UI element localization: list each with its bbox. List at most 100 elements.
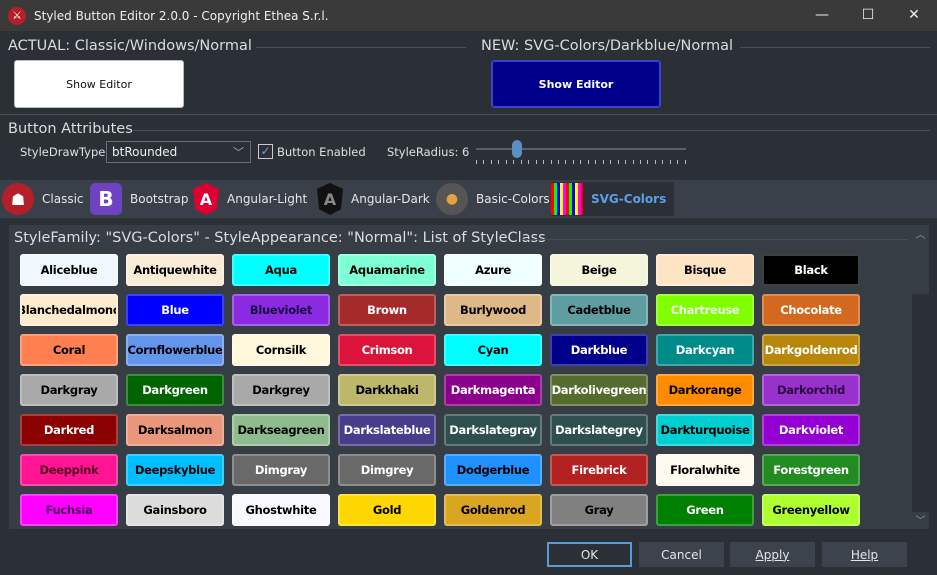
style-class-button-aqua[interactable]: Aqua <box>232 254 330 286</box>
style-class-button-burlywood[interactable]: Burlywood <box>444 294 542 326</box>
slider-tick <box>535 160 537 164</box>
close-button[interactable]: ✕ <box>891 0 937 31</box>
help-button[interactable]: Help <box>822 542 907 567</box>
style-class-button-bisque[interactable]: Bisque <box>656 254 754 286</box>
style-class-button-darkmagenta[interactable]: Darkmagenta <box>444 374 542 406</box>
style-class-button-darkviolet[interactable]: Darkviolet <box>762 414 860 446</box>
style-class-button-darkgray[interactable]: Darkgray <box>20 374 118 406</box>
ok-button[interactable]: OK <box>547 542 632 567</box>
slider-tick <box>595 160 597 164</box>
tab-angular-dark[interactable]: A Angular-Dark <box>317 182 430 216</box>
style-class-button-ghostwhite[interactable]: Ghostwhite <box>232 494 330 526</box>
slider-tick <box>498 160 500 164</box>
minimize-button[interactable]: — <box>799 0 845 31</box>
slider-ticks <box>476 160 686 164</box>
style-class-button-greenyellow[interactable]: Greenyellow <box>762 494 860 526</box>
slider-thumb[interactable] <box>512 140 523 158</box>
tab-svg-colors[interactable]: SVG-Colors <box>551 182 675 216</box>
style-class-button-darkorchid[interactable]: Darkorchid <box>762 374 860 406</box>
style-class-button-fuchsia[interactable]: Fuchsia <box>20 494 118 526</box>
spartan-helmet-icon: ☗ <box>2 183 34 215</box>
tab-basic-colors[interactable]: ● Basic-Colors <box>436 182 550 216</box>
divider <box>256 47 466 48</box>
apply-button[interactable]: Apply <box>730 542 815 567</box>
slider-tick <box>602 160 604 164</box>
style-class-button-deeppink[interactable]: Deeppink <box>20 454 118 486</box>
style-class-button-firebrick[interactable]: Firebrick <box>550 454 648 486</box>
style-class-button-darkgreen[interactable]: Darkgreen <box>126 374 224 406</box>
scrollbar-thumb[interactable] <box>912 294 929 512</box>
slider-tick <box>543 160 545 164</box>
style-radius-slider[interactable] <box>476 138 686 166</box>
style-class-button-dodgerblue[interactable]: Dodgerblue <box>444 454 542 486</box>
style-class-button-forestgreen[interactable]: Forestgreen <box>762 454 860 486</box>
chevron-down-icon: ﹀ <box>233 146 244 159</box>
style-class-button-aliceblue[interactable]: Aliceblue <box>20 254 118 286</box>
style-class-button-dimgrey[interactable]: Dimgrey <box>338 454 436 486</box>
style-class-button-darkred[interactable]: Darkred <box>20 414 118 446</box>
cancel-button[interactable]: Cancel <box>639 542 724 567</box>
style-class-button-cornflowerblue[interactable]: Cornflowerblue <box>126 334 224 366</box>
style-class-button-crimson[interactable]: Crimson <box>338 334 436 366</box>
style-class-button-darkseagreen[interactable]: Darkseagreen <box>232 414 330 446</box>
style-class-button-gray[interactable]: Gray <box>550 494 648 526</box>
new-show-editor-button[interactable]: Show Editor <box>491 60 661 108</box>
style-class-button-beige[interactable]: Beige <box>550 254 648 286</box>
style-class-button-gold[interactable]: Gold <box>338 494 436 526</box>
draw-type-select[interactable]: btRounded ﹀ <box>106 141 251 163</box>
attributes-title: Button Attributes <box>8 121 133 137</box>
style-class-button-cyan[interactable]: Cyan <box>444 334 542 366</box>
style-class-button-antiquewhite[interactable]: Antiquewhite <box>126 254 224 286</box>
vertical-scrollbar[interactable]: ︿ ﹀ <box>912 226 929 528</box>
scroll-down-icon[interactable]: ﹀ <box>912 512 929 528</box>
divider <box>740 47 930 48</box>
style-class-button-darkslategrey[interactable]: Darkslategrey <box>550 414 648 446</box>
slider-tick <box>505 160 507 164</box>
tab-classic[interactable]: ☗ Classic <box>2 182 84 216</box>
style-class-button-darkolivegreen[interactable]: Darkolivegreen <box>550 374 648 406</box>
style-class-button-darkorange[interactable]: Darkorange <box>656 374 754 406</box>
style-class-button-azure[interactable]: Azure <box>444 254 542 286</box>
style-class-button-deepskyblue[interactable]: Deepskyblue <box>126 454 224 486</box>
scroll-up-icon[interactable]: ︿ <box>912 226 929 242</box>
style-class-button-darkgrey[interactable]: Darkgrey <box>232 374 330 406</box>
style-class-button-cadetblue[interactable]: Cadetblue <box>550 294 648 326</box>
style-class-button-darkkhaki[interactable]: Darkkhaki <box>338 374 436 406</box>
style-class-button-gainsboro[interactable]: Gainsboro <box>126 494 224 526</box>
style-class-button-blue[interactable]: Blue <box>126 294 224 326</box>
palette-icon: ● <box>436 183 468 215</box>
style-class-button-floralwhite[interactable]: Floralwhite <box>656 454 754 486</box>
slider-tick <box>557 160 559 164</box>
style-class-button-brown[interactable]: Brown <box>338 294 436 326</box>
style-class-button-blueviolet[interactable]: Blueviolet <box>232 294 330 326</box>
slider-tick <box>513 160 515 164</box>
style-class-button-cornsilk[interactable]: Cornsilk <box>232 334 330 366</box>
tab-bootstrap[interactable]: B Bootstrap <box>90 182 188 216</box>
style-class-button-blanchedalmond[interactable]: Blanchedalmond <box>20 294 118 326</box>
actual-show-editor-button[interactable]: Show Editor <box>14 60 184 108</box>
maximize-button[interactable]: ☐ <box>845 0 891 31</box>
style-class-button-darkcyan[interactable]: Darkcyan <box>656 334 754 366</box>
style-class-button-darkslateblue[interactable]: Darkslateblue <box>338 414 436 446</box>
button-enabled-checkbox[interactable]: ✓ <box>258 144 273 159</box>
panel-title: StyleFamily: "SVG-Colors" - StyleAppeara… <box>14 230 546 246</box>
style-class-button-darkslategray[interactable]: Darkslategray <box>444 414 542 446</box>
style-class-button-aquamarine[interactable]: Aquamarine <box>338 254 436 286</box>
style-class-button-coral[interactable]: Coral <box>20 334 118 366</box>
style-class-button-chocolate[interactable]: Chocolate <box>762 294 860 326</box>
style-class-button-black[interactable]: Black <box>762 254 860 286</box>
tab-angular-light[interactable]: A Angular-Light <box>193 182 307 216</box>
style-class-button-goldenrod[interactable]: Goldenrod <box>444 494 542 526</box>
style-class-button-darksalmon[interactable]: Darksalmon <box>126 414 224 446</box>
style-class-button-darkgoldenrod[interactable]: Darkgoldenrod <box>762 334 860 366</box>
bootstrap-icon: B <box>90 183 122 215</box>
slider-tick <box>662 160 664 164</box>
style-class-button-darkturquoise[interactable]: Darkturquoise <box>656 414 754 446</box>
slider-tick <box>565 160 567 164</box>
style-class-button-dimgray[interactable]: Dimgray <box>232 454 330 486</box>
tab-label: SVG-Colors <box>591 192 667 206</box>
style-class-button-green[interactable]: Green <box>656 494 754 526</box>
style-class-button-darkblue[interactable]: Darkblue <box>550 334 648 366</box>
style-class-button-chartreuse[interactable]: Chartreuse <box>656 294 754 326</box>
new-title: NEW: SVG-Colors/Darkblue/Normal <box>481 38 733 54</box>
